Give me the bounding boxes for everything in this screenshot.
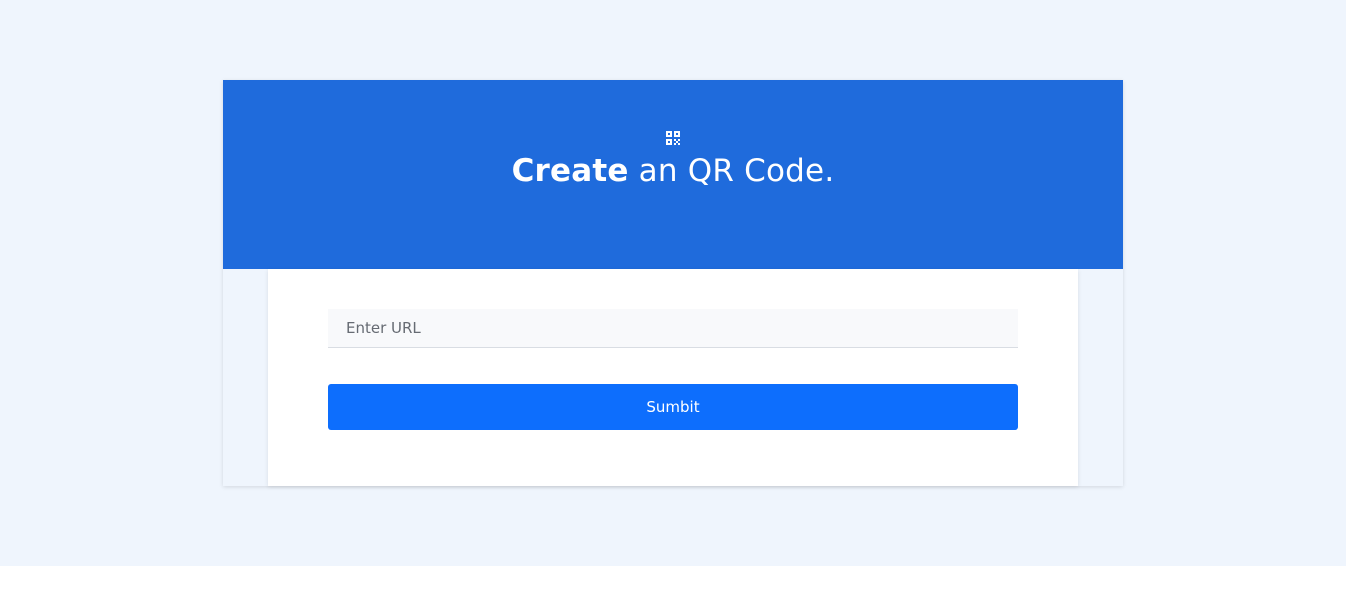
page-title: Create an QR Code. — [223, 150, 1123, 192]
submit-button[interactable]: Sumbit — [328, 384, 1018, 430]
qr-code-icon — [666, 131, 680, 145]
url-input[interactable] — [328, 309, 1018, 348]
page-title-rest: an QR Code. — [628, 153, 835, 189]
page-title-strong: Create — [511, 153, 629, 189]
hero-banner: Create an QR Code. — [223, 80, 1123, 269]
form-panel: Sumbit — [268, 269, 1078, 486]
qr-card: Create an QR Code. Sumbit — [223, 80, 1123, 486]
